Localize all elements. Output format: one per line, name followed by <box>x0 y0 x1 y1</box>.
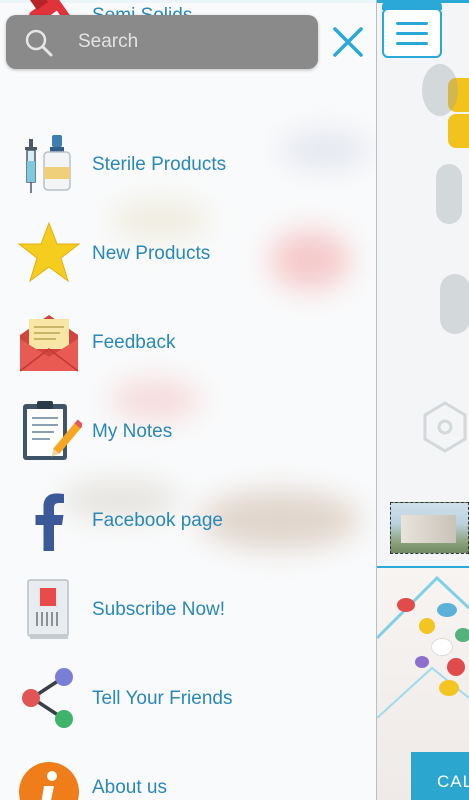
drawer-item-my-notes[interactable]: My Notes <box>0 388 376 476</box>
search-icon <box>25 29 53 57</box>
drawer-item-label: Sterile Products <box>92 154 227 175</box>
drawer-item-label: Subscribe Now! <box>92 599 226 620</box>
call-button[interactable]: CAL <box>411 752 469 800</box>
drawer-item-label: Tell Your Friends <box>92 688 233 709</box>
drawer-item-facebook-page[interactable]: Facebook page <box>0 477 376 565</box>
syringe-vial-icon <box>25 135 71 193</box>
close-icon[interactable] <box>330 24 366 60</box>
capsule-decoration <box>440 274 469 334</box>
capsule-decoration <box>436 164 462 224</box>
building-photo <box>390 502 469 554</box>
drawer-item-new-products[interactable]: New Products <box>0 210 376 298</box>
drawer-item-feedback[interactable]: Feedback <box>0 299 376 387</box>
drawer-item-label: New Products <box>92 243 211 264</box>
drawer-item-label: My Notes <box>92 421 173 442</box>
search-input[interactable] <box>68 26 308 58</box>
star-icon <box>17 221 81 283</box>
drawer-item-label: Facebook page <box>92 510 223 531</box>
facebook-icon <box>35 493 64 551</box>
drawer-item-label: Feedback <box>92 332 176 353</box>
drawer-item-sterile-products[interactable]: Sterile Products <box>0 121 376 209</box>
drawer-item-tell-your-friends[interactable]: Tell Your Friends <box>0 655 376 743</box>
drawer-item-about-us[interactable]: About us <box>0 744 376 800</box>
molecule-decoration <box>423 401 467 453</box>
drawer-item-subscribe-now[interactable]: Subscribe Now! <box>0 566 376 654</box>
clipboard-pencil-icon <box>23 401 82 460</box>
search-bar <box>6 15 318 69</box>
hamburger-menu-button[interactable] <box>382 2 442 58</box>
envelope-icon <box>19 315 79 372</box>
share-icon <box>22 668 73 728</box>
info-icon <box>19 762 79 800</box>
drawer-item-label: About us <box>92 777 167 798</box>
newspaper-icon <box>27 579 69 639</box>
capsule-decoration <box>422 64 458 116</box>
navigation-drawer: Semi Solids Sterile Products New Produ <box>0 0 377 800</box>
